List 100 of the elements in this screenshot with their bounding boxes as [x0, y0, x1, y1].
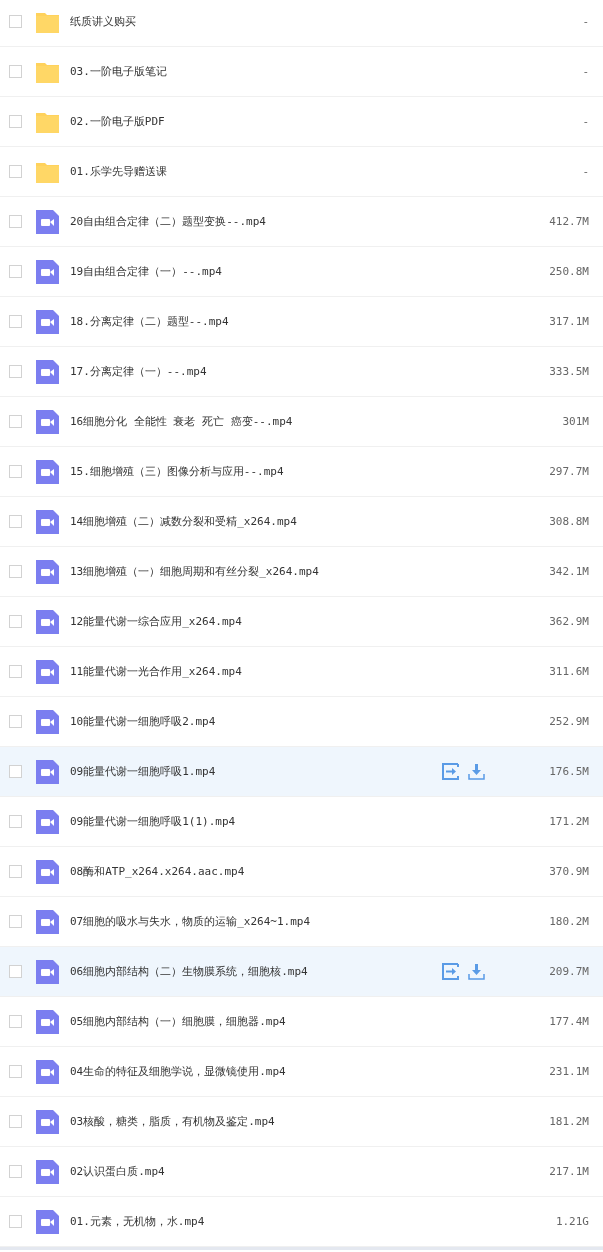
checkbox[interactable]: [9, 865, 22, 878]
video-file-icon: [36, 909, 59, 934]
checkbox[interactable]: [9, 965, 22, 978]
file-name: 03.一阶电子版笔记: [70, 64, 168, 79]
file-name: 16细胞分化 全能性 衰老 死亡 癌变--.mp4: [70, 414, 294, 429]
checkbox[interactable]: [9, 415, 22, 428]
file-size: 333.5M: [548, 365, 589, 378]
file-size: -: [581, 165, 589, 178]
checkbox[interactable]: [9, 815, 22, 828]
checkbox[interactable]: [9, 315, 22, 328]
checkbox[interactable]: [9, 65, 22, 78]
file-name: 01.元素，无机物，水.mp4: [70, 1214, 206, 1229]
video-file-icon: [36, 559, 59, 584]
video-file-icon: [36, 209, 59, 234]
file-size: 412.7M: [548, 215, 589, 228]
file-size: 171.2M: [548, 815, 589, 828]
download-icon[interactable]: [468, 763, 485, 780]
file-name: 03核酸，糖类，脂质，有机物及鉴定.mp4: [70, 1114, 276, 1129]
checkbox[interactable]: [9, 915, 22, 928]
video-file-icon: [36, 1009, 59, 1034]
download-icon[interactable]: [468, 963, 485, 980]
checkbox[interactable]: [9, 1215, 22, 1228]
checkbox[interactable]: [9, 265, 22, 278]
file-name: 19自由组合定律（一）--.mp4: [70, 264, 223, 279]
file-size: 176.5M: [548, 765, 589, 778]
file-size: 362.9M: [548, 615, 589, 628]
video-file-icon: [36, 859, 59, 884]
checkbox[interactable]: [9, 615, 22, 628]
checkbox[interactable]: [9, 1065, 22, 1078]
file-name: 17.分离定律（一）--.mp4: [70, 364, 208, 379]
file-name: 20自由组合定律（二）题型变换--.mp4: [70, 214, 267, 229]
file-name: 12能量代谢一综合应用_x264.mp4: [70, 614, 243, 629]
checkbox[interactable]: [9, 465, 22, 478]
file-name: 09能量代谢一细胞呼吸1(1).mp4: [70, 814, 237, 829]
file-size: 308.8M: [548, 515, 589, 528]
checkbox[interactable]: [9, 515, 22, 528]
video-file-icon: [36, 509, 59, 534]
file-name: 04生命的特征及细胞学说，显微镜使用.mp4: [70, 1064, 287, 1079]
video-file-icon: [36, 1209, 59, 1234]
file-size: 177.4M: [548, 1015, 589, 1028]
file-name: 07细胞的吸水与失水，物质的运输_x264~1.mp4: [70, 914, 312, 929]
folder-icon: [36, 110, 59, 133]
checkbox[interactable]: [9, 765, 22, 778]
file-size: 217.1M: [548, 1165, 589, 1178]
video-file-icon: [36, 959, 59, 984]
folder-icon: [36, 160, 59, 183]
checkbox[interactable]: [9, 715, 22, 728]
video-file-icon: [36, 259, 59, 284]
file-name: 05细胞内部结构（一）细胞膜，细胞器.mp4: [70, 1014, 287, 1029]
file-row[interactable]: 09能量代谢一细胞呼吸1.mp4 176.5M: [0, 747, 603, 797]
file-size: -: [581, 15, 589, 28]
folder-icon: [36, 60, 59, 83]
file-name: 06细胞内部结构（二）生物膜系统，细胞核.mp4: [70, 964, 309, 979]
file-size: 1.21G: [554, 1215, 589, 1228]
video-file-icon: [36, 309, 59, 334]
file-row[interactable]: 06细胞内部结构（二）生物膜系统，细胞核.mp4 209.7M: [0, 947, 603, 997]
video-file-icon: [36, 1159, 59, 1184]
file-size: 301M: [561, 415, 589, 428]
video-file-icon: [36, 459, 59, 484]
video-file-icon: [36, 609, 59, 634]
checkbox[interactable]: [9, 1015, 22, 1028]
file-size: 250.8M: [548, 265, 589, 278]
file-size: 317.1M: [548, 315, 589, 328]
file-name: 09能量代谢一细胞呼吸1.mp4: [70, 764, 217, 779]
checkbox[interactable]: [9, 115, 22, 128]
folder-icon: [36, 10, 59, 33]
checkbox[interactable]: [9, 1165, 22, 1178]
checkbox[interactable]: [9, 365, 22, 378]
file-size: 311.6M: [548, 665, 589, 678]
file-name: 01.乐学先导赠送课: [70, 164, 168, 179]
share-icon[interactable]: [442, 763, 459, 780]
checkbox[interactable]: [9, 165, 22, 178]
video-file-icon: [36, 1059, 59, 1084]
checkbox[interactable]: [9, 665, 22, 678]
file-name: 08酶和ATP_x264.x264.aac.mp4: [70, 864, 246, 879]
video-file-icon: [36, 1109, 59, 1134]
video-file-icon: [36, 659, 59, 684]
file-name: 10能量代谢一细胞呼吸2.mp4: [70, 714, 217, 729]
file-name: 纸质讲义购买: [70, 14, 137, 29]
file-size: 342.1M: [548, 565, 589, 578]
file-size: 297.7M: [548, 465, 589, 478]
checkbox[interactable]: [9, 1115, 22, 1128]
file-size: 252.9M: [548, 715, 589, 728]
file-size: -: [581, 115, 589, 128]
video-file-icon: [36, 359, 59, 384]
file-name: 15.细胞增殖（三）图像分析与应用--.mp4: [70, 464, 285, 479]
share-icon[interactable]: [442, 963, 459, 980]
file-name: 11能量代谢一光合作用_x264.mp4: [70, 664, 243, 679]
video-file-icon: [36, 809, 59, 834]
file-size: 370.9M: [548, 865, 589, 878]
checkbox[interactable]: [9, 215, 22, 228]
video-file-icon: [36, 409, 59, 434]
video-file-icon: [36, 709, 59, 734]
file-size: 231.1M: [548, 1065, 589, 1078]
checkbox[interactable]: [9, 15, 22, 28]
file-name: 02.一阶电子版PDF: [70, 114, 166, 129]
file-size: 180.2M: [548, 915, 589, 928]
file-name: 02认识蛋白质.mp4: [70, 1164, 166, 1179]
file-size: 209.7M: [548, 965, 589, 978]
checkbox[interactable]: [9, 565, 22, 578]
